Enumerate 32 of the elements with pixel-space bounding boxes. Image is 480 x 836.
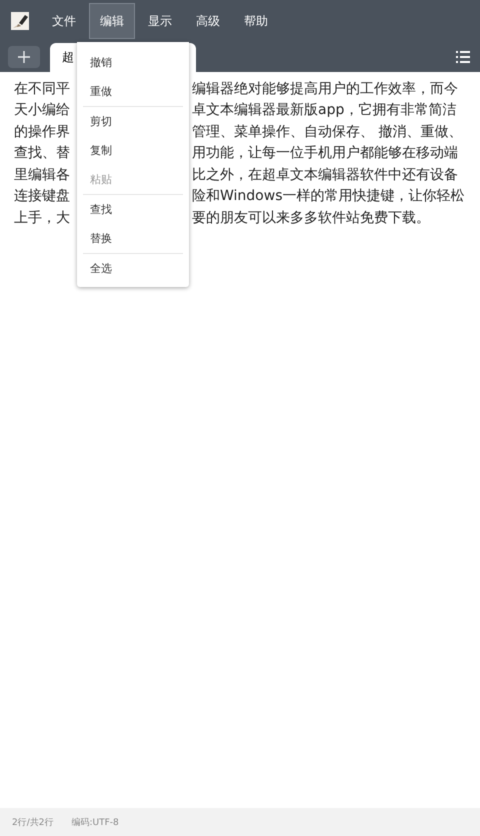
menu-item[interactable]: 帮助: [233, 3, 279, 39]
menu-option[interactable]: 全选: [77, 254, 189, 283]
menu-option[interactable]: 查找: [77, 195, 189, 224]
text-line: 的操作界: [14, 122, 70, 141]
menu-option[interactable]: 替换: [77, 224, 189, 253]
text-line: 卓文本编辑器最新版app，它拥有非常简洁: [192, 101, 456, 120]
text-line: 上手，大: [14, 208, 70, 227]
text-line: 管理、菜单操作、自动保存、 撤消、重做、: [192, 122, 462, 141]
menu-option[interactable]: 复制: [77, 136, 189, 165]
menu-item[interactable]: 编辑: [89, 3, 135, 39]
text-line: 要的朋友可以来多多软件站免费下载。: [192, 208, 430, 227]
menu-item[interactable]: 高级: [185, 3, 231, 39]
menu-option[interactable]: 剪切: [77, 107, 189, 136]
menu-item[interactable]: 文件: [41, 3, 87, 39]
text-line: 在不同平: [14, 80, 70, 98]
list-icon[interactable]: [456, 51, 470, 63]
text-line: 查找、替: [14, 144, 70, 162]
text-line: 用功能，让每一位手机用户都能够在移动端: [192, 144, 458, 162]
menu-item[interactable]: 显示: [137, 3, 183, 39]
menu-option[interactable]: 重做: [77, 77, 189, 106]
plus-icon: [17, 50, 31, 64]
app-logo-icon[interactable]: [11, 12, 29, 30]
menu-option[interactable]: 撤销: [77, 48, 189, 77]
text-line: 连接键盘: [14, 187, 70, 206]
new-tab-button[interactable]: [8, 46, 40, 68]
text-line: 险和Windows一样的常用快捷键，让你轻松: [192, 187, 464, 206]
text-line: 里编辑各: [14, 166, 70, 184]
text-line: 天小编给: [14, 101, 70, 120]
text-line: 比之外，在超卓文本编辑器软件中还有设备: [192, 166, 458, 184]
text-line: 编辑器绝对能够提高用户的工作效率，而今: [192, 80, 458, 98]
line-count: 2行/共2行: [12, 816, 54, 828]
encoding-label: 编码:UTF-8: [71, 816, 119, 828]
